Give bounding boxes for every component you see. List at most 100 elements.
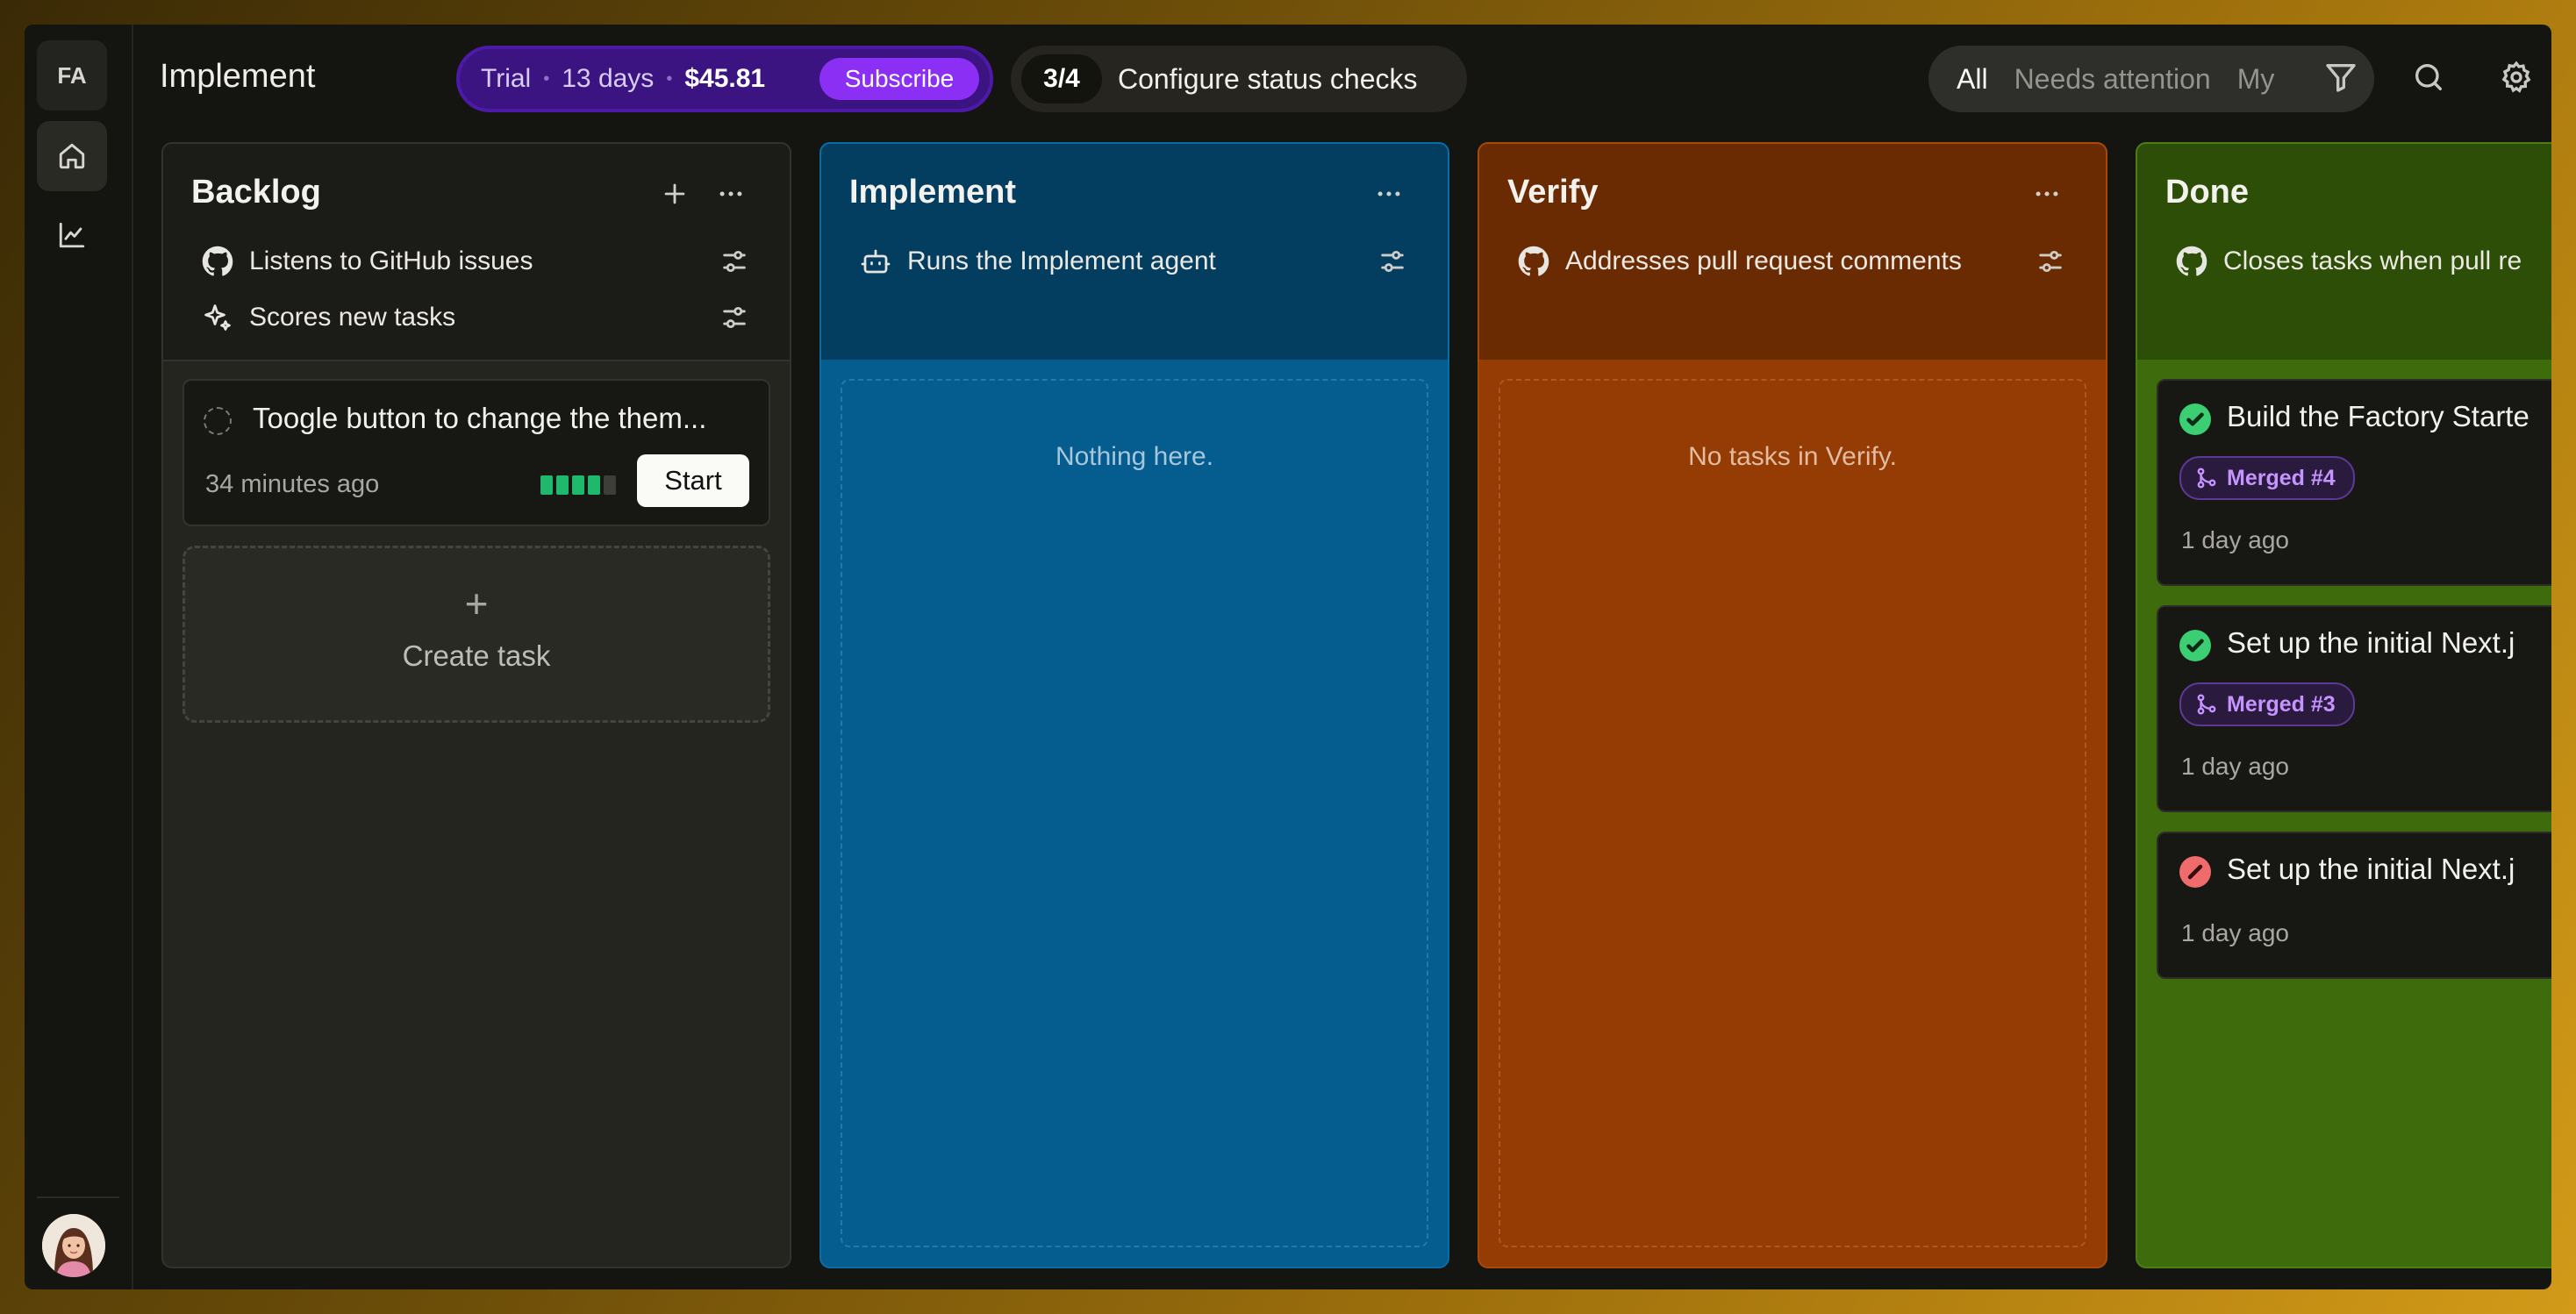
create-task-button[interactable]: + Create task: [182, 546, 770, 723]
task-title: Set up the initial Next.j: [2227, 853, 2515, 885]
column-menu-button[interactable]: [2032, 179, 2064, 211]
home-icon: [59, 143, 85, 169]
merged-pr-badge[interactable]: Merged #3: [2179, 682, 2355, 726]
more-horizontal-icon: [1377, 191, 1400, 196]
task-card[interactable]: Set up the initial Next.j Merged #3 1 da…: [2157, 605, 2551, 812]
sidebar-item-home[interactable]: [37, 121, 107, 191]
empty-drop-zone[interactable]: No tasks in Verify.: [1499, 379, 2086, 1247]
column-header: Implement Runs the Implement agent: [821, 144, 1448, 360]
start-task-button[interactable]: Start: [637, 454, 749, 507]
rule-label: Scores new tasks: [249, 303, 456, 332]
task-timestamp: 1 day ago: [2181, 919, 2289, 946]
sliders-icon: [723, 306, 746, 329]
badge-label: Merged #4: [2227, 465, 2336, 490]
sidebar-item-analytics[interactable]: [37, 200, 107, 270]
column-rule[interactable]: Listens to GitHub issues: [202, 242, 533, 281]
rule-settings-button[interactable]: [2036, 246, 2065, 276]
checks-progress: 3/4: [1021, 54, 1102, 104]
sidebar: FA: [25, 25, 133, 1289]
rule-label: Runs the Implement agent: [907, 246, 1216, 275]
priority-bar: [540, 475, 553, 495]
pending-status-icon: [204, 407, 232, 435]
column-menu-button[interactable]: [716, 179, 748, 211]
task-title: Set up the initial Next.j: [2227, 626, 2515, 659]
failed-status-icon: [2179, 856, 2211, 888]
settings-button[interactable]: [2499, 60, 2537, 98]
empty-state-text: Nothing here.: [1055, 442, 1214, 471]
rule-label: Closes tasks when pull re: [2223, 246, 2522, 275]
merged-pr-badge[interactable]: Merged #4: [2179, 456, 2355, 500]
priority-bar: [588, 475, 600, 495]
trial-banner[interactable]: Trial • 13 days • $45.81 Subscribe: [456, 46, 993, 112]
search-icon: [2415, 64, 2442, 91]
sliders-icon: [2039, 250, 2062, 273]
tab-needs-attention[interactable]: Needs attention: [2014, 63, 2211, 96]
search-button[interactable]: [2411, 60, 2450, 98]
rule-settings-button[interactable]: [719, 246, 749, 276]
column-header: Done Closes tasks when pull re: [2137, 144, 2551, 360]
tab-all[interactable]: All: [1957, 63, 1988, 96]
column-rule[interactable]: Scores new tasks: [202, 298, 455, 337]
rule-label: Addresses pull request comments: [1565, 246, 1962, 275]
subscribe-button[interactable]: Subscribe: [819, 58, 979, 100]
page-title: Implement: [160, 58, 316, 95]
create-task-label: Create task: [402, 639, 551, 672]
trial-days: 13 days: [562, 64, 655, 93]
column-title: Backlog: [191, 174, 321, 211]
empty-state-text: No tasks in Verify.: [1688, 442, 1897, 471]
column-title: Verify: [1507, 174, 1599, 211]
rule-settings-button[interactable]: [719, 303, 749, 332]
task-title: Toogle button to change the them...: [253, 402, 707, 434]
task-card[interactable]: Build the Factory Starte Merged #4 1 day…: [2157, 379, 2551, 586]
task-timestamp: 34 minutes ago: [205, 470, 380, 498]
kanban-board: Backlog Listens to GitHub issues Scores …: [161, 142, 2551, 1289]
separator-dot: •: [666, 68, 673, 89]
success-status-icon: [2179, 630, 2211, 661]
column-implement: Implement Runs the Implement agent Nothi…: [819, 142, 1449, 1268]
column-done: Done Closes tasks when pull re Build the…: [2136, 142, 2551, 1268]
priority-meter: [540, 475, 616, 495]
priority-bar: [556, 475, 569, 495]
sliders-icon: [1381, 250, 1404, 273]
filter-button[interactable]: [2323, 60, 2362, 98]
tab-my[interactable]: My: [2237, 63, 2275, 96]
task-title: Build the Factory Starte: [2227, 400, 2529, 432]
bot-icon: [861, 249, 891, 274]
user-avatar[interactable]: [42, 1214, 105, 1277]
git-merge-icon: [2197, 468, 2216, 489]
empty-drop-zone[interactable]: Nothing here.: [841, 379, 1428, 1247]
task-card[interactable]: Set up the initial Next.j 1 day ago: [2157, 832, 2551, 979]
column-title: Implement: [849, 174, 1017, 211]
badge-label: Merged #3: [2227, 691, 2336, 717]
github-icon: [2176, 246, 2207, 276]
github-icon: [202, 246, 233, 276]
chart-icon: [59, 222, 85, 248]
column-verify: Verify Addresses pull request comments N…: [1478, 142, 2107, 1268]
column-rule[interactable]: Closes tasks when pull re: [2176, 242, 2522, 281]
column-menu-button[interactable]: [1374, 179, 1406, 211]
priority-bar: [572, 475, 584, 495]
column-rule[interactable]: Runs the Implement agent: [860, 242, 1216, 281]
column-body: Build the Factory Starte Merged #4 1 day…: [2137, 360, 2551, 1267]
trial-label: Trial: [481, 64, 532, 93]
checks-label: Configure status checks: [1118, 62, 1418, 95]
trial-price: $45.81: [684, 64, 766, 93]
filter-icon: [2326, 64, 2356, 92]
add-task-button[interactable]: [660, 179, 691, 211]
rule-settings-button[interactable]: [1377, 246, 1407, 276]
column-header: Backlog Listens to GitHub issues Scores …: [163, 144, 790, 361]
more-horizontal-icon: [2036, 191, 2058, 196]
priority-bar: [604, 475, 616, 495]
sliders-icon: [723, 250, 746, 273]
success-status-icon: [2179, 403, 2211, 435]
workspace-switcher[interactable]: FA: [37, 40, 107, 111]
task-timestamp: 1 day ago: [2181, 753, 2289, 780]
sparkles-icon: [204, 304, 231, 331]
git-merge-icon: [2197, 694, 2216, 715]
task-filter-tabs: All Needs attention My: [1928, 46, 2374, 112]
status-checks-button[interactable]: 3/4 Configure status checks: [1011, 46, 1467, 112]
gear-icon: [2501, 61, 2531, 93]
github-icon: [1518, 246, 1549, 276]
column-rule[interactable]: Addresses pull request comments: [1518, 242, 1962, 281]
task-card[interactable]: Toogle button to change the them... 34 m…: [182, 379, 770, 526]
